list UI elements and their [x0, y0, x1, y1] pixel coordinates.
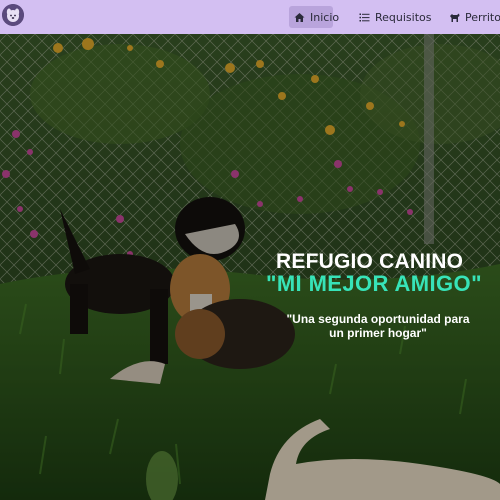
hero-title-line2: "MI MEJOR AMIGO"	[266, 271, 482, 296]
list-icon	[359, 12, 370, 23]
hero-tagline: "Una segunda oportunidad para un primer …	[286, 312, 470, 340]
hero-section: REFUGIO CANINO "MI MEJOR AMIGO" "Una seg…	[0, 34, 500, 500]
home-icon	[294, 12, 305, 23]
dog-logo-icon[interactable]	[2, 4, 24, 26]
top-navbar: Inicio Requisitos Perritos	[0, 0, 500, 34]
nav-item-label: Perritos	[465, 10, 500, 24]
nav-item-perritos[interactable]: Perritos	[444, 6, 500, 28]
nav-item-label: Inicio	[310, 10, 340, 24]
nav-item-requisitos[interactable]: Requisitos	[354, 6, 432, 28]
dog-icon	[449, 12, 460, 23]
nav-item-label: Requisitos	[375, 10, 432, 24]
nav-item-inicio[interactable]: Inicio	[289, 6, 339, 28]
